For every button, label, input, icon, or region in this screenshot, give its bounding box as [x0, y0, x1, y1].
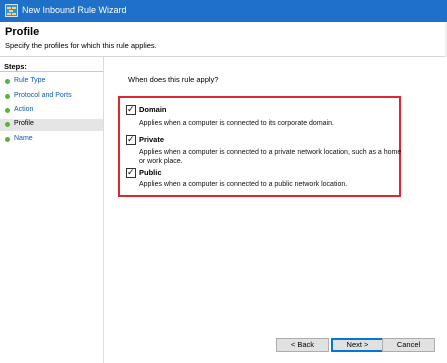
step-bullet-icon — [5, 94, 10, 99]
step-label: Rule Type — [14, 77, 46, 84]
private-description-line2: or work place. — [139, 158, 183, 165]
step-label: Protocol and Ports — [14, 92, 72, 99]
step-label: Profile — [14, 120, 34, 127]
steps-divider — [0, 71, 103, 72]
step-bullet-icon — [5, 137, 10, 142]
step-bullet-icon — [5, 122, 10, 127]
step-action[interactable]: Action — [0, 105, 103, 117]
step-profile[interactable]: Profile — [0, 119, 103, 131]
private-checkbox[interactable]: ✓ — [126, 134, 136, 145]
firewall-icon — [5, 4, 18, 17]
checkmark-icon: ✓ — [127, 104, 135, 114]
public-checkbox[interactable]: ✓ — [126, 167, 136, 178]
domain-description: Applies when a computer is connected to … — [139, 120, 334, 127]
next-button[interactable]: Next > — [331, 338, 384, 352]
step-rule-type[interactable]: Rule Type — [0, 76, 103, 88]
page-subtitle: Specify the profiles for which this rule… — [5, 41, 157, 50]
public-description: Applies when a computer is connected to … — [139, 181, 348, 188]
page-title: Profile — [5, 26, 40, 38]
content-panel: When does this rule apply? ✓ Domain Appl… — [104, 57, 447, 363]
step-label: Action — [14, 106, 34, 113]
step-name[interactable]: Name — [0, 134, 103, 146]
checkmark-icon: ✓ — [127, 134, 135, 144]
private-label[interactable]: Private — [139, 135, 164, 144]
step-protocol-and-ports[interactable]: Protocol and Ports — [0, 91, 103, 103]
public-label[interactable]: Public — [139, 168, 162, 177]
steps-heading: Steps: — [4, 62, 27, 71]
question-text: When does this rule apply? — [128, 75, 219, 84]
cancel-button[interactable]: Cancel — [382, 338, 435, 352]
wizard-header: Profile Specify the profiles for which t… — [0, 22, 445, 57]
checkmark-icon: ✓ — [127, 167, 135, 177]
back-button[interactable]: < Back — [276, 338, 329, 352]
step-bullet-icon — [5, 79, 10, 84]
steps-panel: Steps: Rule Type Protocol and Ports Acti… — [0, 57, 104, 363]
step-bullet-icon — [5, 108, 10, 113]
title-bar: New Inbound Rule Wizard — [0, 0, 447, 22]
private-description-line1: Applies when a computer is connected to … — [139, 149, 402, 156]
domain-label[interactable]: Domain — [139, 105, 167, 114]
window-title: New Inbound Rule Wizard — [22, 5, 127, 15]
domain-checkbox[interactable]: ✓ — [126, 104, 136, 115]
step-label: Name — [14, 135, 33, 142]
